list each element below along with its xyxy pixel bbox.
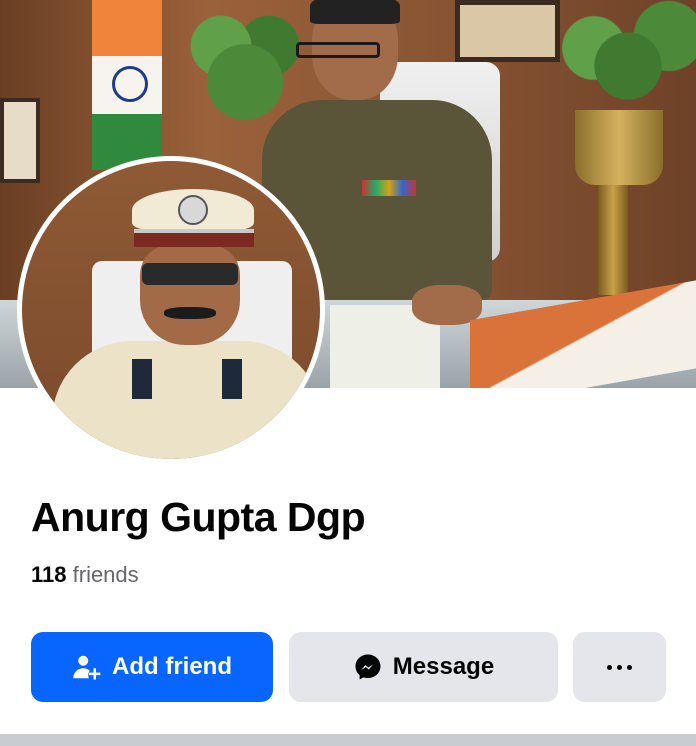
messenger-icon [355, 654, 381, 680]
brass-pot [575, 110, 663, 185]
more-horizontal-icon [607, 664, 632, 670]
section-divider [0, 734, 696, 746]
friends-count[interactable]: 118 friends [31, 562, 139, 588]
more-options-button[interactable] [573, 632, 666, 702]
message-button[interactable]: Message [289, 632, 558, 702]
add-friend-button[interactable]: Add friend [31, 632, 273, 702]
profile-picture-ring[interactable] [17, 156, 325, 464]
plant-right [560, 0, 696, 120]
friends-number: 118 [31, 562, 67, 587]
profile-picture[interactable] [22, 161, 320, 459]
message-label: Message [392, 653, 495, 680]
friends-label: friends [72, 562, 139, 587]
flag-pole [598, 185, 628, 295]
add-friend-icon [73, 655, 101, 680]
wall-certificate [0, 98, 40, 183]
add-friend-label: Add friend [112, 653, 232, 680]
national-flag [92, 0, 162, 170]
profile-name: Anurg Gupta Dgp [31, 494, 366, 540]
